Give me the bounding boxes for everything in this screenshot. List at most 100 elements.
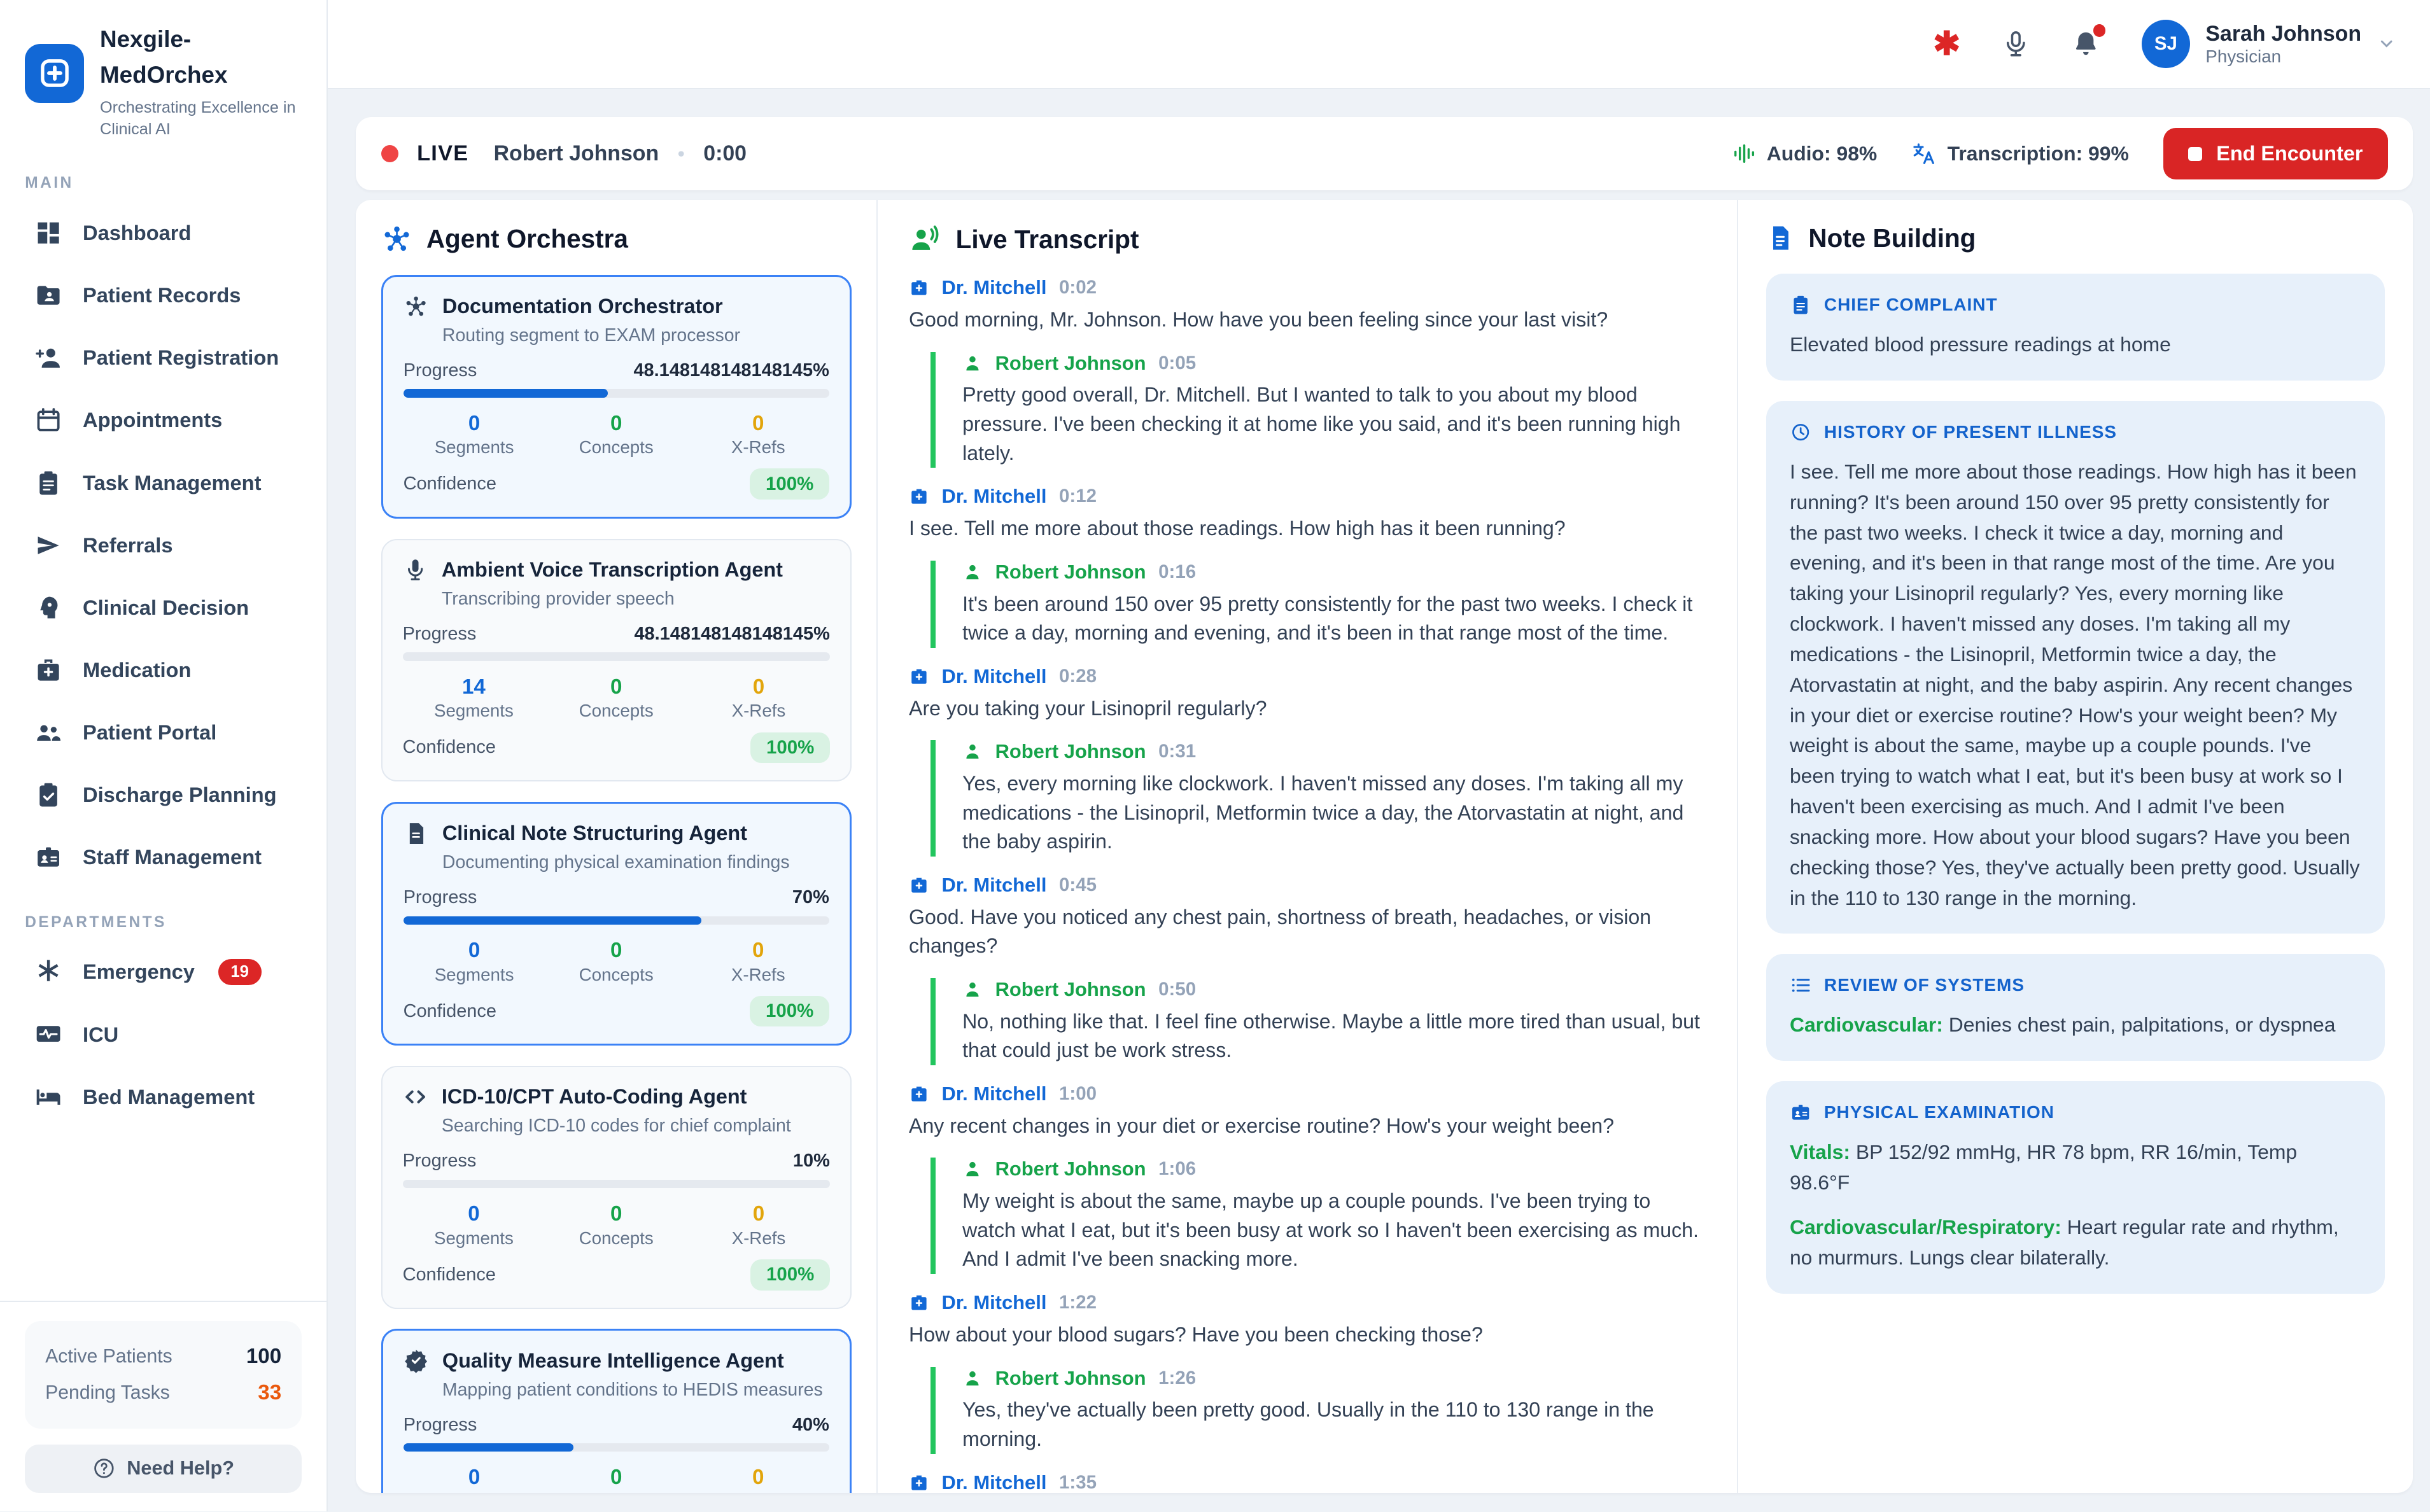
- user-menu[interactable]: SJ Sarah Johnson Physician: [2142, 20, 2396, 68]
- note-section-title: REVIEW OF SYSTEMS: [1824, 975, 2025, 995]
- agent-status-text: Transcribing provider speech: [442, 589, 830, 610]
- speaker-name: Dr. Mitchell: [942, 1291, 1047, 1314]
- transcription-quality: Transcription: 99%: [1911, 141, 2129, 166]
- confidence-badge: 100%: [750, 1259, 829, 1291]
- progress-bar: [404, 389, 829, 397]
- agent-stat-x-refs: 0X-Refs: [687, 675, 830, 721]
- emergency-asterisk-icon[interactable]: ✱: [1933, 27, 1960, 60]
- verified-icon: [404, 1348, 428, 1373]
- sidebar-item-dashboard[interactable]: Dashboard: [25, 202, 302, 264]
- transcript-message-patient: Robert Johnson1:26Yes, they've actually …: [931, 1367, 1706, 1454]
- person-icon: [962, 353, 983, 374]
- top-bar: ✱ SJ Sarah Johnson Physician: [328, 0, 2430, 89]
- speaker-name: Robert Johnson: [995, 352, 1146, 375]
- id-card-icon: [1790, 1102, 1811, 1123]
- stat-value: 0: [545, 412, 687, 436]
- stat-value: 100: [246, 1345, 281, 1369]
- sidebar-item-label: Patient Registration: [83, 346, 279, 370]
- sidebar-item-appointments[interactable]: Appointments: [25, 389, 302, 451]
- person-icon: [962, 979, 983, 1000]
- transcript-message-patient: Robert Johnson0:31Yes, every morning lik…: [931, 740, 1706, 857]
- note-paragraph: I see. Tell me more about those readings…: [1790, 457, 2361, 913]
- dashboard-icon: [34, 219, 62, 247]
- stat-value: 0: [687, 675, 830, 699]
- sidebar-item-label: Clinical Decision: [83, 596, 249, 620]
- agent-card[interactable]: Documentation OrchestratorRouting segmen…: [381, 275, 852, 519]
- sidebar-item-icu[interactable]: ICU: [25, 1003, 302, 1065]
- sidebar-stat-row: Active Patients100: [45, 1338, 281, 1375]
- end-encounter-button[interactable]: End Encounter: [2163, 128, 2388, 179]
- need-help-button[interactable]: Need Help?: [25, 1445, 302, 1493]
- stat-label: X-Refs: [687, 437, 829, 458]
- send-icon: [34, 531, 62, 559]
- briefcase-medical-icon: [909, 277, 929, 298]
- content-area: LIVE Robert Johnson • 0:00 Audio: 98% Tr…: [328, 89, 2430, 1511]
- speaker-name: Robert Johnson: [995, 1158, 1146, 1180]
- agent-card[interactable]: ICD-10/CPT Auto-Coding AgentSearching IC…: [381, 1066, 852, 1308]
- stat-label: Segments: [404, 965, 545, 985]
- agent-card[interactable]: Clinical Note Structuring AgentDocumenti…: [381, 802, 852, 1046]
- notifications-bell-icon[interactable]: [2071, 29, 2101, 59]
- message-timestamp: 0:05: [1158, 353, 1196, 374]
- microphone-icon[interactable]: [2001, 29, 2031, 59]
- folder-user-icon: [34, 281, 62, 309]
- speaker-name: Robert Johnson: [995, 740, 1146, 763]
- sidebar-item-bed-management[interactable]: Bed Management: [25, 1066, 302, 1128]
- stat-label: Segments: [403, 701, 545, 721]
- sidebar-item-emergency[interactable]: Emergency19: [25, 941, 302, 1003]
- agent-stat-x-refs: 0X-Refs: [687, 939, 829, 984]
- stat-value: 0: [687, 1466, 829, 1490]
- sidebar-item-discharge-planning[interactable]: Discharge Planning: [25, 764, 302, 826]
- sidebar-item-patient-registration[interactable]: Patient Registration: [25, 326, 302, 389]
- message-timestamp: 0:16: [1158, 561, 1196, 583]
- stat-value: 0: [404, 412, 545, 436]
- agent-card[interactable]: Quality Measure Intelligence AgentMappin…: [381, 1329, 852, 1492]
- progress-label: Progress: [404, 360, 477, 381]
- transcript-message-doctor: Dr. Mitchell1:22How about your blood sug…: [909, 1291, 1706, 1349]
- progress-value: 48.148148148148145%: [634, 624, 829, 645]
- agent-stat-segments: 0Segments: [403, 1202, 545, 1248]
- message-text: Pretty good overall, Dr. Mitchell. But I…: [962, 381, 1706, 468]
- agent-title: Quality Measure Intelligence Agent: [442, 1349, 784, 1373]
- note-section-review-of-systems: REVIEW OF SYSTEMSCardiovascular: Denies …: [1766, 954, 2385, 1061]
- chevron-down-icon: [2377, 34, 2396, 53]
- sidebar-item-label: Referrals: [83, 533, 172, 557]
- progress-value: 40%: [792, 1415, 829, 1436]
- sidebar-item-task-management[interactable]: Task Management: [25, 452, 302, 514]
- sidebar-item-clinical-decision[interactable]: Clinical Decision: [25, 577, 302, 639]
- briefcase-medical-icon: [909, 875, 929, 895]
- sidebar-item-staff-management[interactable]: Staff Management: [25, 826, 302, 888]
- message-text: Yes, every morning like clockwork. I hav…: [962, 769, 1706, 857]
- progress-label: Progress: [404, 887, 477, 908]
- confidence-label: Confidence: [404, 473, 496, 494]
- transcript-message-patient: Robert Johnson 0:05 Pretty good overall, D…: [931, 352, 1706, 468]
- speaker-audio-icon: [909, 223, 942, 256]
- translate-icon: [1911, 141, 1936, 166]
- message-text: Good. Have you noticed any chest pain, s…: [909, 903, 1706, 961]
- sidebar-item-patient-records[interactable]: Patient Records: [25, 264, 302, 326]
- brand: Nexgile-MedOrchex Orchestrating Excellen…: [25, 22, 302, 140]
- transcript-message-patient: Robert Johnson1:06My weight is about the…: [931, 1158, 1706, 1274]
- message-text: Good morning, Mr. Johnson. How have you …: [909, 305, 1706, 335]
- stat-label: X-Refs: [687, 1228, 830, 1249]
- message-timestamp: 1:22: [1059, 1292, 1097, 1313]
- transcript-message-doctor: Dr. Mitchell0:02Good morning, Mr. Johnso…: [909, 276, 1706, 334]
- agent-stat-concepts: 0Concepts: [545, 1466, 687, 1492]
- sidebar-item-patient-portal[interactable]: Patient Portal: [25, 701, 302, 764]
- stat-label: X-Refs: [687, 965, 829, 985]
- progress-bar-fill: [404, 1443, 574, 1452]
- progress-bar: [404, 916, 829, 925]
- sidebar-item-medication[interactable]: Medication: [25, 639, 302, 701]
- sidebar-stat-row: Pending Tasks33: [45, 1375, 281, 1412]
- message-text: Yes, they've actually been pretty good. …: [962, 1396, 1706, 1453]
- stat-value: 0: [545, 675, 687, 699]
- transcript-message-doctor: Dr. Mitchell0:45Good. Have you noticed a…: [909, 874, 1706, 961]
- workspace-panel: Agent Orchestra Documentation Orchestrat…: [356, 200, 2413, 1493]
- sidebar-item-referrals[interactable]: Referrals: [25, 514, 302, 577]
- sidebar-nav: MAINDashboardPatient RecordsPatient Regi…: [25, 150, 302, 1285]
- sidebar-stats-card: Active Patients100Pending Tasks33: [25, 1321, 302, 1429]
- agent-card[interactable]: Ambient Voice Transcription AgentTranscr…: [381, 539, 852, 781]
- note-field-label: Cardiovascular:: [1790, 1013, 1949, 1036]
- stat-label: Concepts: [545, 1492, 687, 1493]
- agent-stat-concepts: 0Concepts: [545, 412, 687, 458]
